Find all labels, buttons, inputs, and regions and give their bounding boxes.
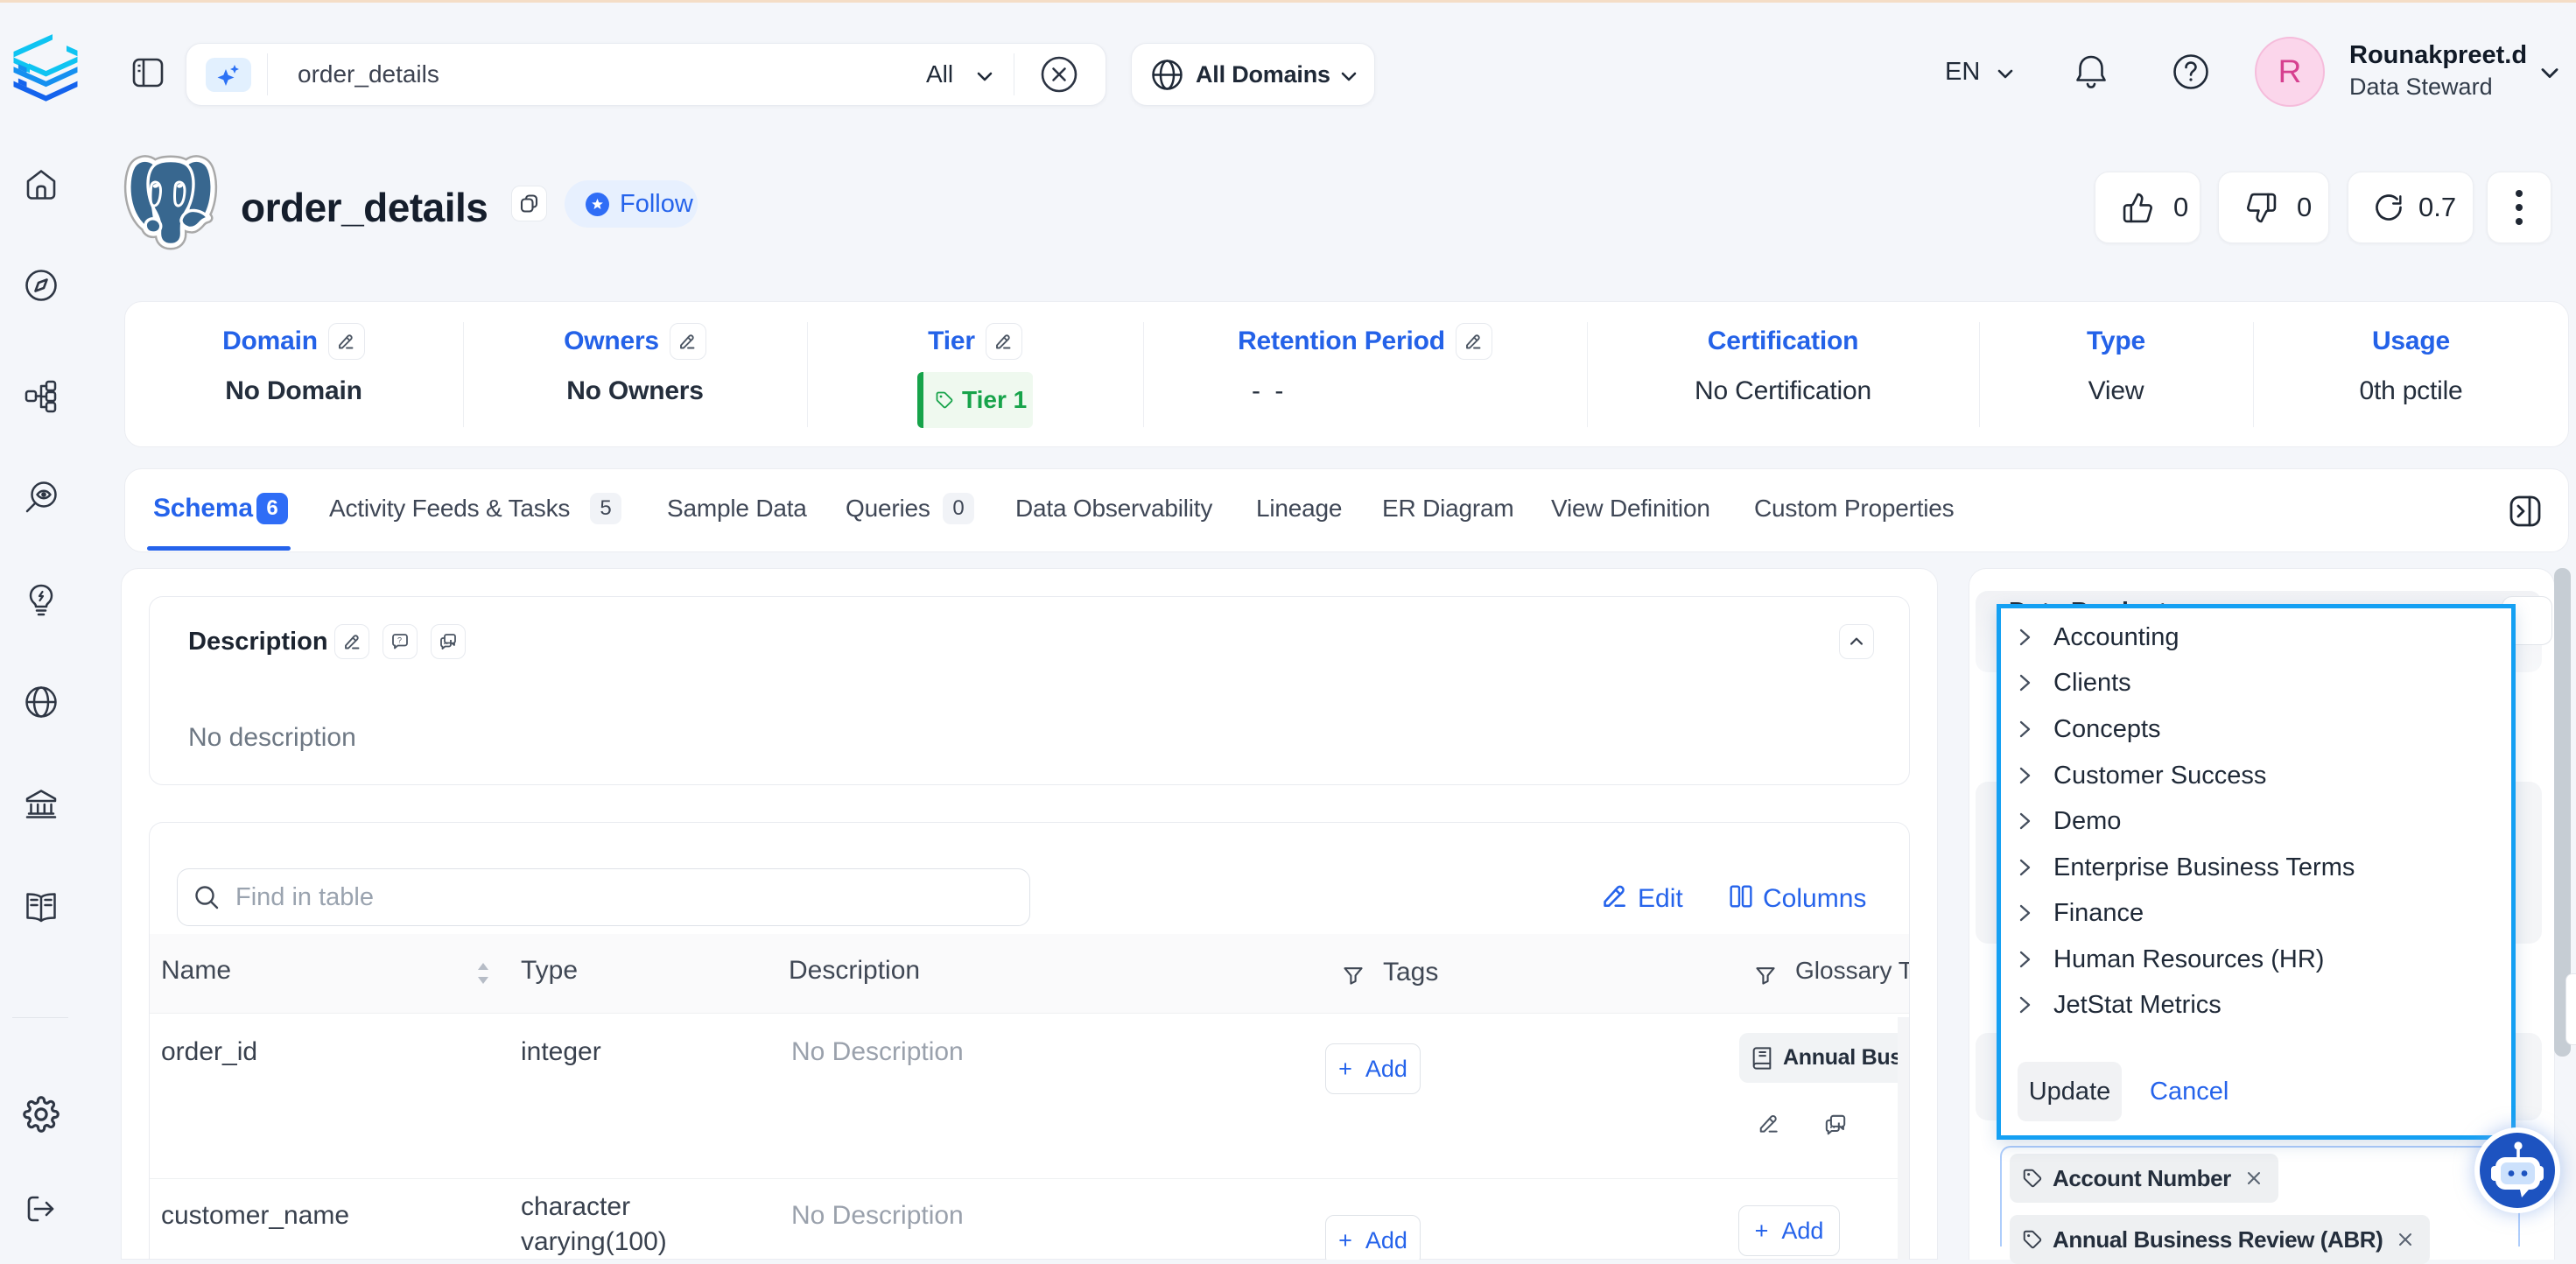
svg-text:?: ? (397, 636, 402, 645)
